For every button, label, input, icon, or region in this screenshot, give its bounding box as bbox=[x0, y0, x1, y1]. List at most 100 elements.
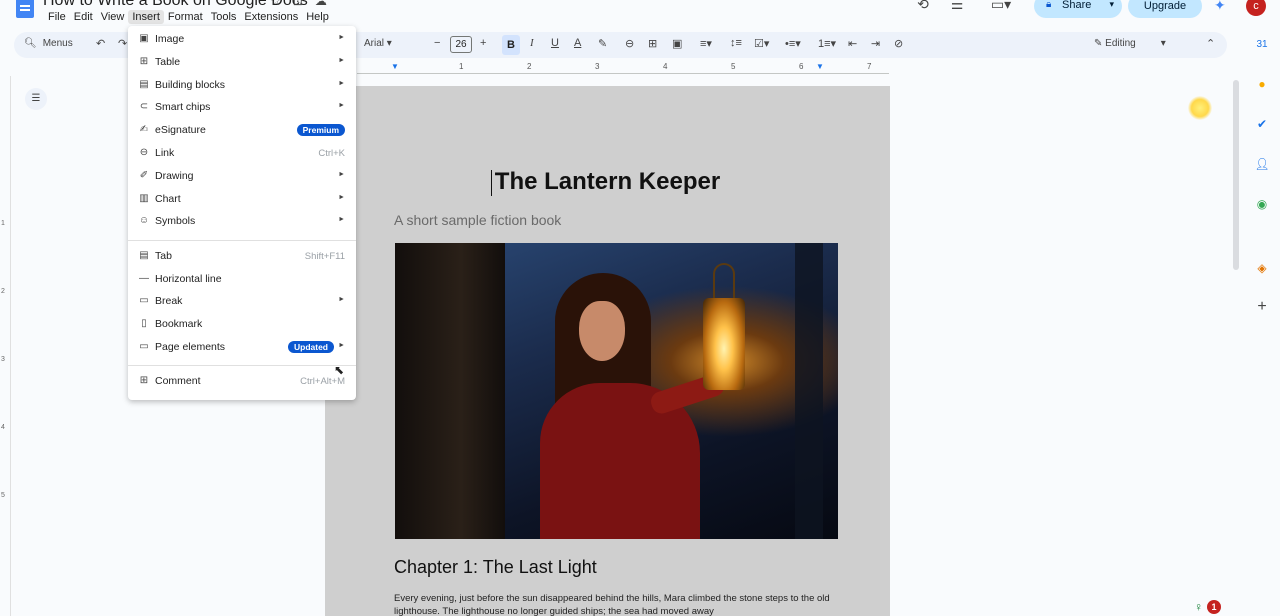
vertical-ruler[interactable]: 1 2 3 4 5 bbox=[0, 76, 11, 616]
italic-icon[interactable]: I bbox=[530, 37, 534, 49]
menu-item-label: Bookmark bbox=[155, 318, 203, 330]
ruler-tick: 1 bbox=[1, 220, 5, 227]
menu-item-horizontal-line[interactable]: — Horizontal line bbox=[128, 269, 356, 291]
text-color-icon[interactable]: A bbox=[574, 37, 581, 49]
clear-formatting-icon[interactable]: ⊘ bbox=[894, 37, 903, 50]
document-outline-button[interactable]: ☰ bbox=[25, 88, 47, 110]
menu-item-comment[interactable]: ⊞ Comment Ctrl+Alt+M bbox=[128, 371, 356, 393]
menu-item-label: eSignature bbox=[155, 124, 206, 136]
menu-item-smart-chips[interactable]: ⊂ Smart chips ► bbox=[128, 97, 356, 119]
decrease-indent-icon[interactable]: ⇤ bbox=[848, 37, 857, 50]
insert-image-icon[interactable]: ▣ bbox=[672, 37, 682, 50]
notification-badge[interactable]: ♀ 1 bbox=[1194, 600, 1221, 614]
lightbulb-icon: ♀ bbox=[1194, 600, 1203, 614]
chevron-down-icon[interactable]: ▾ bbox=[1109, 0, 1114, 10]
collapse-toolbar-icon[interactable]: ⌃ bbox=[1206, 37, 1215, 50]
menu-edit[interactable]: Edit bbox=[70, 10, 97, 24]
menu-item-chart[interactable]: ▥ Chart ► bbox=[128, 189, 356, 211]
link-icon: ⊖ bbox=[139, 147, 149, 158]
star-icon[interactable]: ☆ bbox=[270, 0, 281, 8]
cloud-status-icon[interactable]: ☁ bbox=[315, 0, 327, 8]
docs-logo-icon[interactable] bbox=[16, 0, 34, 18]
menu-item-label: Smart chips bbox=[155, 101, 211, 113]
menu-tools[interactable]: Tools bbox=[207, 10, 241, 24]
tasks-icon[interactable]: ✔ bbox=[1254, 116, 1270, 132]
menus-search[interactable]: 🔍︎ Menus bbox=[24, 38, 73, 49]
menu-item-symbols[interactable]: ☺ Symbols ► bbox=[128, 211, 356, 233]
vertical-scrollbar[interactable] bbox=[1233, 80, 1239, 270]
editing-mode-select[interactable]: ✎ Editing ▾ bbox=[1094, 38, 1166, 49]
add-comment-icon[interactable]: ⊞ bbox=[648, 37, 657, 50]
menu-item-table[interactable]: ⊞ Table ► bbox=[128, 52, 356, 74]
font-size-input[interactable]: 26 bbox=[450, 36, 472, 53]
menu-view[interactable]: View bbox=[97, 10, 129, 24]
underline-icon[interactable]: U bbox=[551, 37, 559, 49]
menu-file[interactable]: File bbox=[44, 10, 70, 24]
menu-item-bookmark[interactable]: ▯ Bookmark bbox=[128, 314, 356, 336]
menu-item-building-blocks[interactable]: ▤ Building blocks ► bbox=[128, 75, 356, 97]
table-icon: ⊞ bbox=[139, 56, 149, 67]
share-button[interactable]: 🔒︎ Share ▾ bbox=[1034, 0, 1122, 18]
bookmark-icon: ▯ bbox=[141, 318, 147, 329]
chapter-heading[interactable]: Chapter 1: The Last Light bbox=[394, 557, 597, 578]
link-icon[interactable]: ⊖ bbox=[625, 37, 634, 50]
meet-icon[interactable]: ▭▾ bbox=[986, 0, 1016, 14]
menu-extensions[interactable]: Extensions bbox=[240, 10, 302, 24]
menu-item-tab[interactable]: ▤ Tab Shift+F11 bbox=[128, 246, 356, 268]
left-indent-marker-icon[interactable]: ▼ bbox=[391, 62, 399, 71]
body-paragraph[interactable]: Every evening, just before the sun disap… bbox=[394, 592, 834, 616]
redo-icon[interactable]: ↷ bbox=[118, 37, 127, 50]
addon-icon[interactable]: ◈ bbox=[1254, 260, 1270, 276]
document-page[interactable]: The Lantern Keeper A short sample fictio… bbox=[325, 86, 890, 616]
smart-chips-icon: ⊂ bbox=[139, 101, 149, 112]
lantern-woman-photo[interactable] bbox=[395, 243, 838, 539]
highlight-icon[interactable]: ✎ bbox=[598, 37, 607, 50]
menu-item-image[interactable]: ▣ Image ► bbox=[128, 29, 356, 51]
menu-item-page-elements[interactable]: ▭ Page elements Updated ► bbox=[128, 337, 356, 359]
menu-format[interactable]: Format bbox=[164, 10, 207, 24]
menu-help[interactable]: Help bbox=[302, 10, 333, 24]
document-title[interactable]: How to Write a Book on Google Docs bbox=[43, 0, 308, 10]
gemini-icon[interactable]: ✦ bbox=[1214, 0, 1226, 14]
increase-indent-icon[interactable]: ⇥ bbox=[871, 37, 880, 50]
menu-item-esignature[interactable]: ✍ eSignature Premium bbox=[128, 120, 356, 142]
move-icon[interactable]: ⊡ bbox=[293, 0, 303, 8]
decrease-font-size-icon[interactable]: − bbox=[434, 37, 440, 49]
menu-item-link[interactable]: ⊖ Link Ctrl+K bbox=[128, 143, 356, 165]
bold-button[interactable]: B bbox=[502, 35, 520, 55]
keep-icon[interactable]: ● bbox=[1254, 76, 1270, 92]
line-spacing-icon[interactable]: ↕≡ bbox=[730, 37, 742, 49]
bulleted-list-icon[interactable]: •≡▾ bbox=[785, 37, 801, 50]
menu-divider bbox=[128, 365, 356, 366]
horizontal-ruler[interactable]: ▼ 1 2 3 4 5 6 ▼ 7 bbox=[357, 62, 889, 76]
document-heading[interactable]: The Lantern Keeper bbox=[325, 168, 890, 196]
add-icon[interactable]: + bbox=[1254, 299, 1270, 315]
menu-item-label: Building blocks bbox=[155, 79, 226, 91]
right-indent-marker-icon[interactable]: ▼ bbox=[816, 62, 824, 71]
document-subtitle[interactable]: A short sample fiction book bbox=[394, 212, 561, 228]
calendar-icon[interactable]: 31 bbox=[1254, 37, 1270, 53]
maps-icon[interactable]: ◉ bbox=[1254, 196, 1270, 212]
menu-item-label: Link bbox=[155, 147, 175, 159]
menu-item-break[interactable]: ▭ Break ► bbox=[128, 291, 356, 313]
numbered-list-icon[interactable]: 1≡▾ bbox=[818, 37, 836, 50]
building-blocks-icon: ▤ bbox=[139, 79, 149, 90]
menubar: File Edit View Insert Format Tools Exten… bbox=[44, 10, 333, 24]
undo-icon[interactable]: ↶ bbox=[96, 37, 105, 50]
upgrade-button[interactable]: Upgrade bbox=[1128, 0, 1202, 18]
ruler-tick: 3 bbox=[1, 356, 5, 363]
comment-icon: ⊞ bbox=[139, 375, 149, 386]
checklist-icon[interactable]: ☑▾ bbox=[754, 37, 769, 50]
tab-icon: ▤ bbox=[139, 250, 149, 261]
version-history-icon[interactable]: ⟲ bbox=[914, 0, 932, 14]
menu-insert[interactable]: Insert bbox=[128, 10, 164, 24]
align-icon[interactable]: ≡▾ bbox=[700, 37, 712, 50]
increase-font-size-icon[interactable]: + bbox=[480, 37, 486, 49]
font-family-select[interactable]: Arial ▾ bbox=[364, 38, 392, 49]
comments-icon[interactable]: ☰ bbox=[948, 0, 966, 14]
lantern-handle bbox=[713, 263, 735, 299]
menu-item-drawing[interactable]: ✐ Drawing ► bbox=[128, 166, 356, 188]
menus-label: Menus bbox=[42, 38, 73, 49]
menu-item-shortcut: Ctrl+Alt+M bbox=[300, 376, 345, 387]
contacts-icon[interactable]: 👤︎ bbox=[1254, 156, 1270, 172]
